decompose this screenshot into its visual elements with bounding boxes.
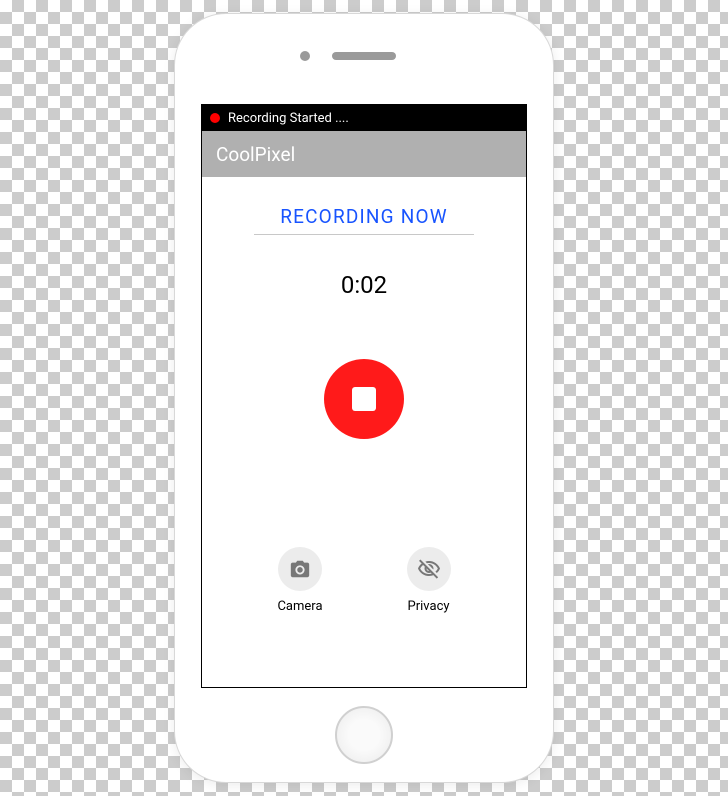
notification-bar: Recording Started .... (202, 105, 526, 131)
phone-frame: Recording Started .... CoolPixel RECORDI… (174, 13, 554, 783)
notification-text: Recording Started .... (228, 111, 349, 126)
stop-recording-button[interactable] (324, 359, 404, 439)
eye-off-icon (417, 557, 441, 581)
app-header: CoolPixel (202, 131, 526, 177)
privacy-action: Privacy (407, 547, 451, 614)
app-title: CoolPixel (216, 143, 295, 166)
stop-icon (352, 387, 376, 411)
recording-timer: 0:02 (341, 271, 387, 299)
camera-button[interactable] (278, 547, 322, 591)
camera-action: Camera (277, 547, 322, 614)
front-camera-dot (300, 51, 310, 61)
bottom-actions: Camera Privacy (277, 547, 450, 614)
phone-speaker (332, 52, 396, 60)
privacy-label: Privacy (408, 599, 450, 614)
phone-screen: Recording Started .... CoolPixel RECORDI… (201, 104, 527, 688)
record-indicator-icon (210, 113, 220, 123)
recording-status-label: RECORDING NOW (254, 205, 474, 235)
home-button[interactable] (335, 706, 393, 764)
privacy-button[interactable] (407, 547, 451, 591)
main-content: RECORDING NOW 0:02 Camera (202, 177, 526, 687)
camera-icon (289, 558, 311, 580)
camera-label: Camera (277, 599, 322, 614)
